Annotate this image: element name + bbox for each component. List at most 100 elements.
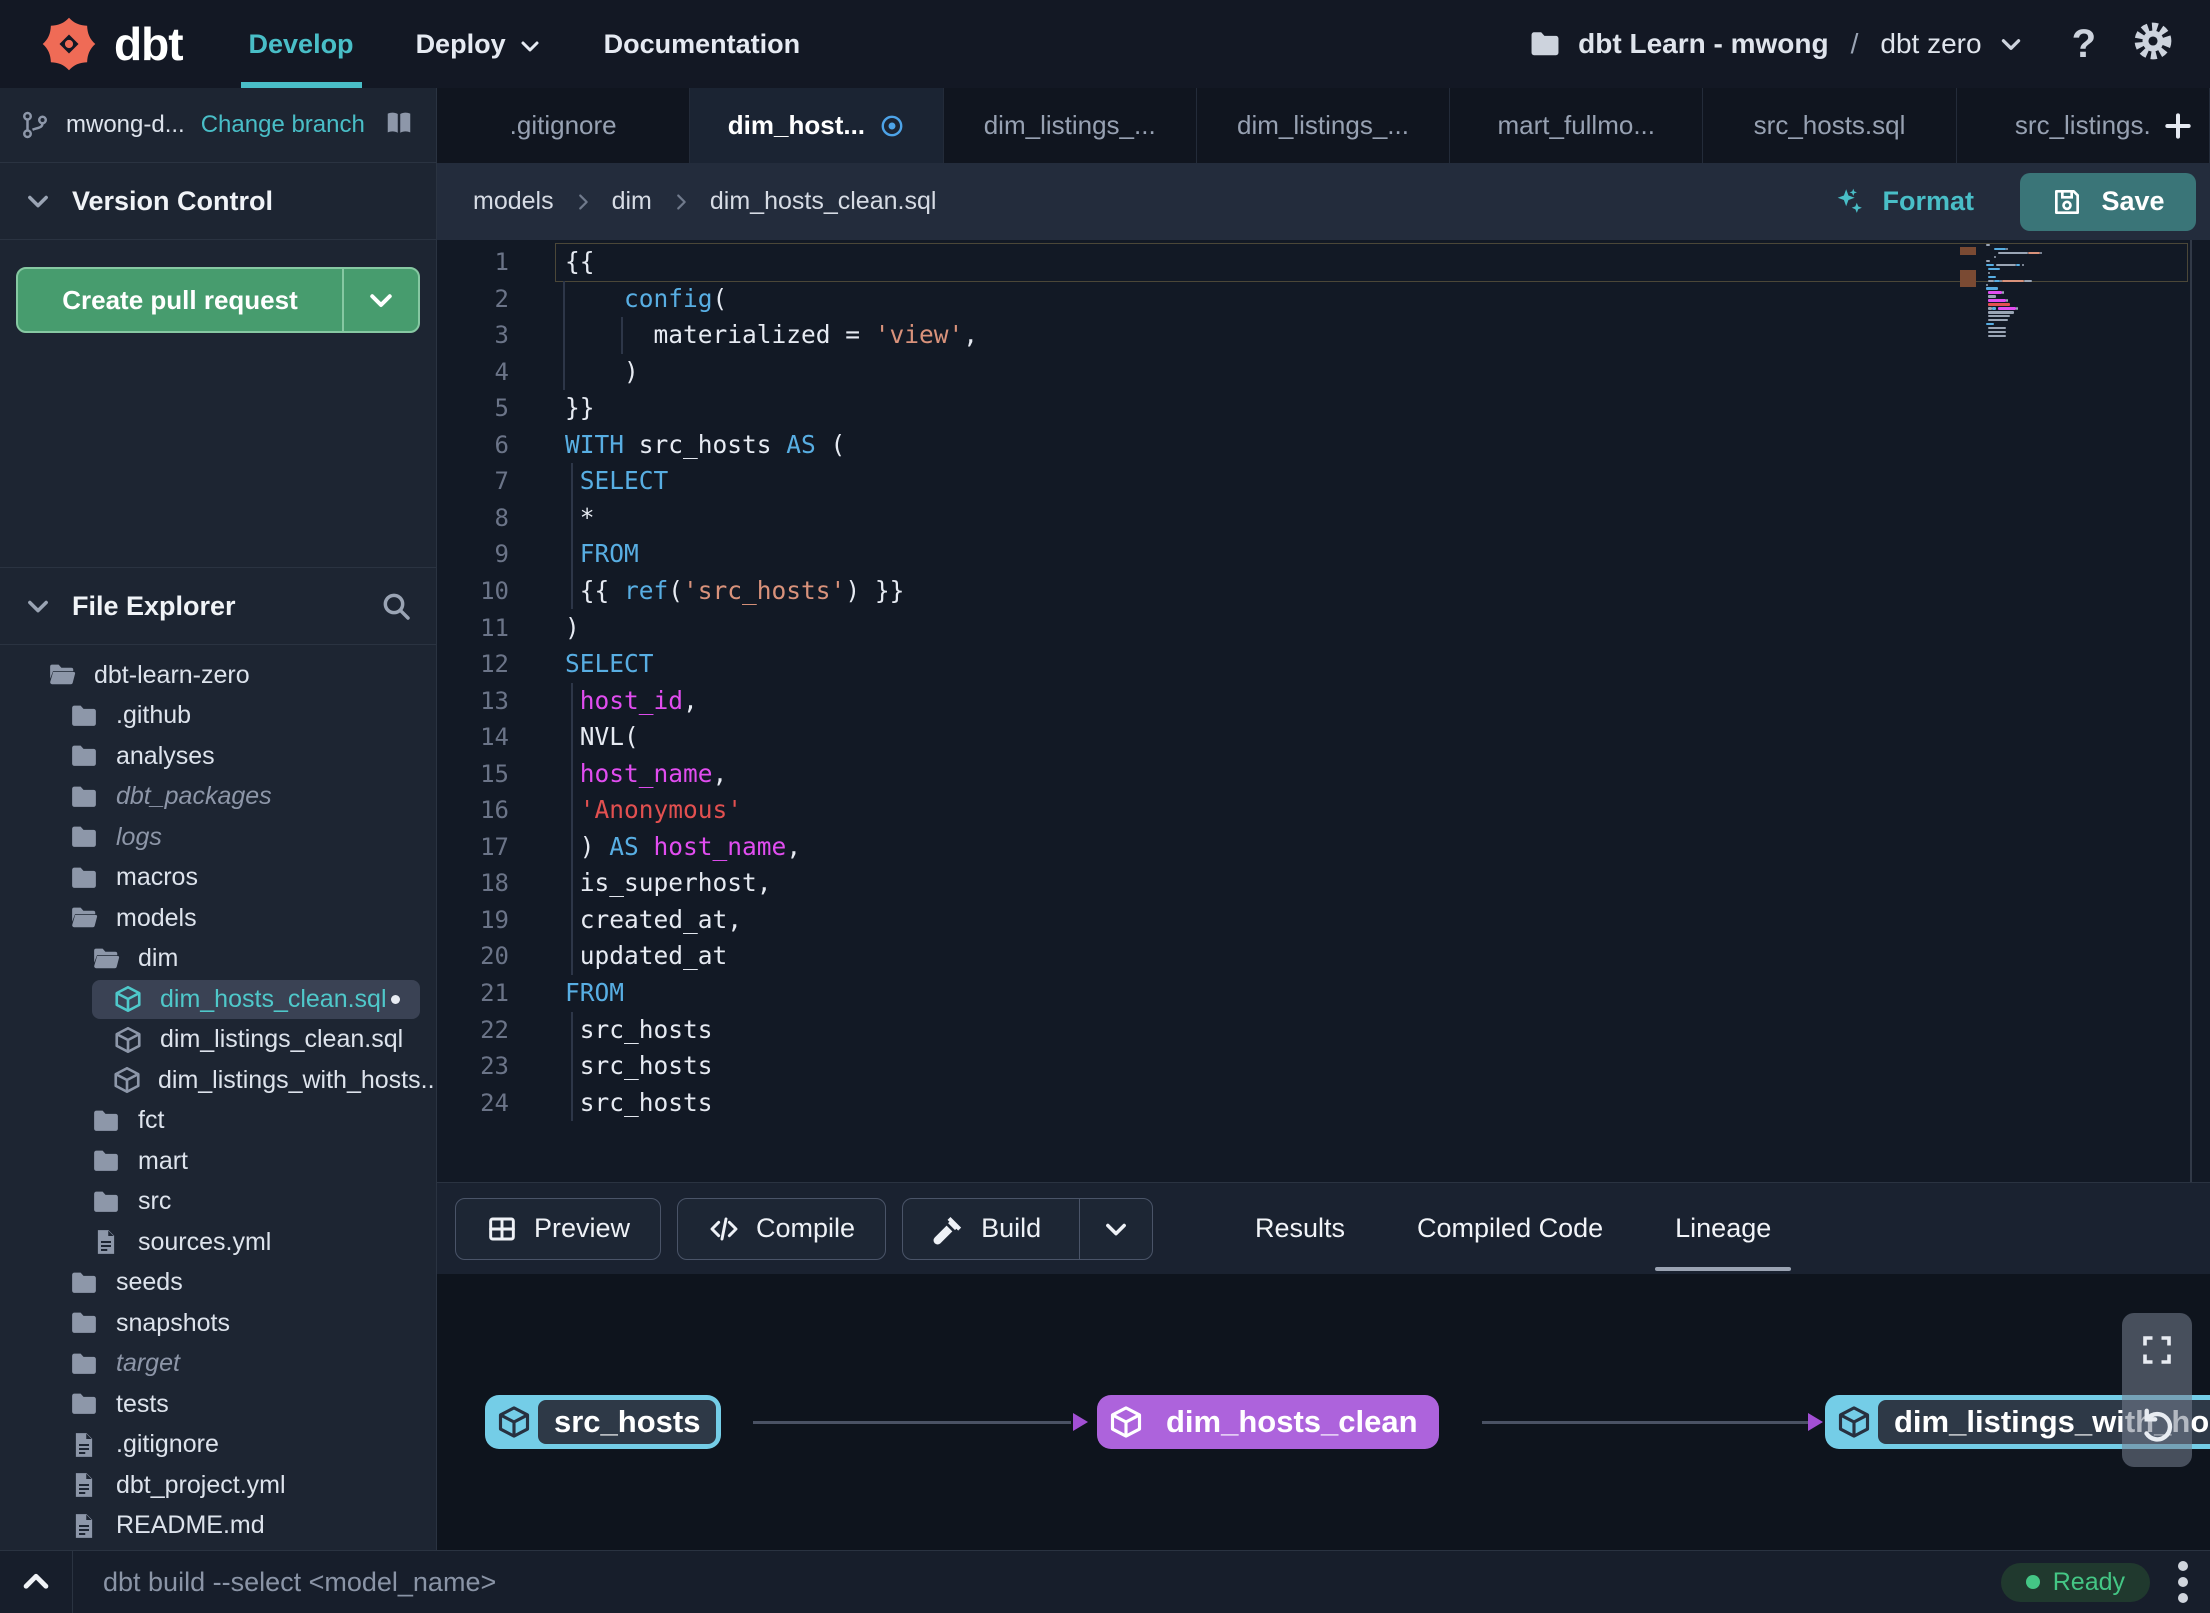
build-button[interactable]: Build — [902, 1197, 1154, 1260]
code-line: is_superhost, — [565, 868, 772, 898]
line-number: 10 — [480, 576, 509, 605]
project-switcher[interactable]: dbt Learn - mwong / dbt zero — [1528, 27, 2023, 61]
lineage-node-dim_hosts_clean[interactable]: dim_hosts_clean — [1097, 1395, 1439, 1449]
file-tree-item[interactable]: dbt_packages — [0, 777, 436, 818]
settings-button[interactable] — [2132, 20, 2174, 69]
code-line: created_at, — [565, 904, 743, 934]
file-tree-item-label: tests — [116, 1389, 169, 1418]
file-explorer-title: File Explorer — [72, 590, 236, 621]
file-tree-item-label: dim_hosts_clean.sql — [160, 984, 387, 1013]
create-pull-request-button[interactable]: Create pull request — [16, 267, 420, 333]
file-tree-item[interactable]: dim — [0, 939, 436, 980]
lineage-node-src_hosts[interactable]: src_hosts — [485, 1395, 722, 1449]
file-tree-item[interactable]: dbt-learn-zero — [0, 655, 436, 696]
code-line: * — [565, 502, 595, 532]
file-tree-item-label: logs — [116, 822, 162, 851]
file-tree-item[interactable]: analyses — [0, 736, 436, 777]
chevron-down-icon — [2001, 39, 2020, 50]
file-tree-item[interactable]: seeds — [0, 1263, 436, 1304]
model-cube-icon — [1102, 1404, 1150, 1440]
nav-item-label: Deploy — [415, 28, 506, 59]
file-tab[interactable]: dim_listings_... — [1197, 88, 1451, 163]
save-button[interactable]: Save — [2020, 172, 2196, 231]
change-branch-link[interactable]: Change branch — [201, 111, 365, 139]
panel-tab-lineage[interactable]: Lineage — [1647, 1183, 1799, 1274]
file-tree-item[interactable]: models — [0, 898, 436, 939]
file-tree-item[interactable]: .gitignore — [0, 1425, 436, 1466]
file-tree-item-label: dbt_packages — [116, 782, 272, 811]
breadcrumb-item[interactable]: dim — [612, 187, 652, 216]
file-tree-item[interactable]: dim_hosts_clean.sql — [0, 979, 436, 1020]
editor-scrollbar[interactable] — [2190, 240, 2192, 1182]
file-tab[interactable]: src_hosts.sql — [1703, 88, 1957, 163]
file-tree-item[interactable]: .github — [0, 696, 436, 737]
current-branch: mwong-d... — [66, 111, 185, 138]
file-tree-item[interactable]: fct — [0, 1101, 436, 1142]
preview-button[interactable]: Preview — [455, 1197, 662, 1260]
breadcrumb-item[interactable]: models — [473, 187, 554, 216]
dbt-logo[interactable]: dbt — [40, 15, 184, 73]
lineage-arrowhead — [1073, 1413, 1088, 1431]
format-button[interactable]: Format — [1832, 185, 1974, 219]
code-editor[interactable]: 1 {{2 config(3 materialized = 'view', 4 ) 5… — [437, 240, 2210, 1182]
file-tree-item[interactable]: target — [0, 1344, 436, 1385]
account-project-separator: / — [1850, 28, 1859, 59]
file-tree-item[interactable]: dim_listings_clean.sql — [0, 1020, 436, 1061]
file-tree-item[interactable]: dbt_project.yml — [0, 1465, 436, 1506]
file-tree-item[interactable]: macros — [0, 858, 436, 899]
file-tree-item[interactable]: logs — [0, 817, 436, 858]
overflow-menu-button[interactable] — [2174, 1557, 2192, 1607]
panel-tab-compiled-code[interactable]: Compiled Code — [1389, 1183, 1631, 1274]
build-dropdown-button[interactable] — [1079, 1198, 1152, 1259]
line-number: 11 — [480, 613, 509, 642]
model-cube-icon — [1830, 1404, 1878, 1440]
sparkles-icon — [1838, 188, 1863, 213]
fullscreen-button[interactable] — [2139, 1332, 2175, 1368]
version-control-header[interactable]: Version Control — [0, 163, 436, 240]
button-label: Compile — [756, 1213, 856, 1243]
minimap-line — [1986, 263, 1994, 267]
minimap-line — [1988, 326, 2006, 330]
docs-book-button[interactable] — [382, 108, 416, 143]
nav-item-deploy[interactable]: Deploy — [416, 0, 542, 88]
folder-icon — [68, 782, 100, 812]
compile-button[interactable]: Compile — [677, 1197, 887, 1260]
chevron-down-icon — [24, 187, 52, 215]
minimap-line — [2006, 299, 2008, 302]
file-tree-item-label: models — [116, 903, 197, 932]
file-explorer-header[interactable]: File Explorer — [0, 567, 436, 645]
file-tree-item[interactable]: mart — [0, 1141, 436, 1182]
minimap-line — [2024, 279, 2032, 282]
minimap-line — [1988, 299, 2006, 302]
file-tree-item-label: dbt_project.yml — [116, 1470, 286, 1499]
line-number: 2 — [494, 284, 509, 313]
minimap-line — [2002, 291, 2004, 294]
file-tab[interactable]: dim_listings_... — [944, 88, 1197, 163]
panel-tab-results[interactable]: Results — [1227, 1183, 1373, 1274]
collapse-panel-button[interactable] — [0, 1551, 73, 1613]
file-tab[interactable]: .gitignore — [437, 88, 691, 163]
file-tab[interactable]: mart_fullmo... — [1450, 88, 1704, 163]
file-tab[interactable]: dim_host... — [690, 88, 944, 163]
lineage-canvas[interactable]: src_hosts dim_hosts_clean dim_listings_wit… — [437, 1274, 2210, 1550]
breadcrumb-item[interactable]: dim_hosts_clean.sql — [710, 187, 937, 216]
command-input[interactable]: dbt build --select <model_name> — [103, 1567, 496, 1598]
file-tree-item[interactable]: README.md — [0, 1506, 436, 1547]
file-tree-item[interactable]: dim_listings_with_hosts... — [0, 1060, 436, 1101]
overview-ruler-mark — [1960, 247, 1976, 255]
file-tree-item[interactable]: src — [0, 1182, 436, 1223]
file-tree-item[interactable]: snapshots — [0, 1303, 436, 1344]
file-tree-item[interactable]: sources.yml — [0, 1222, 436, 1263]
help-button[interactable]: ? — [2072, 22, 2096, 67]
nav-item-develop[interactable]: Develop — [240, 0, 362, 88]
minimap-line — [2028, 251, 2040, 255]
code-line: FROM — [565, 978, 625, 1007]
refresh-button[interactable] — [2135, 1405, 2179, 1449]
file-search-button[interactable] — [380, 590, 412, 622]
file-tree-item[interactable]: tests — [0, 1384, 436, 1425]
line-number: 5 — [494, 394, 509, 423]
nav-item-documentation[interactable]: Documentation — [604, 0, 801, 88]
file-tab-label: mart_fullmo... — [1497, 110, 1656, 140]
new-tab-button[interactable] — [2154, 88, 2202, 163]
pr-dropdown-button[interactable] — [342, 269, 418, 331]
